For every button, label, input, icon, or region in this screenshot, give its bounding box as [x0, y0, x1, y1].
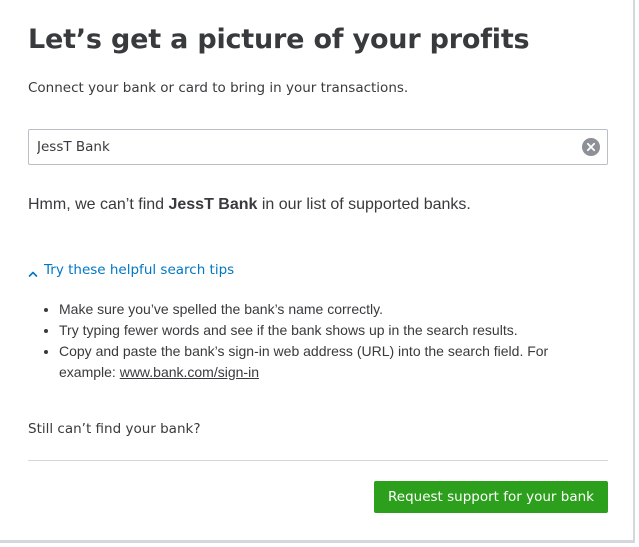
still-cant-find-text: Still can’t find your bank?	[28, 421, 201, 437]
bank-search-box	[28, 129, 608, 165]
list-item: Make sure you’ve spelled the bank’s name…	[59, 299, 599, 320]
search-query-text: JessT Bank	[168, 196, 258, 213]
list-item: Try typing fewer words and see if the ba…	[59, 320, 599, 341]
search-tips-toggle[interactable]: Try these helpful search tips	[28, 262, 234, 278]
bank-search-input[interactable]	[29, 130, 569, 164]
tip-text: Make sure you’ve spelled the bank’s name…	[59, 301, 383, 317]
example-url-link[interactable]: www.bank.com/sign-in	[120, 364, 259, 380]
page-subtitle: Connect your bank or card to bring in yo…	[28, 80, 409, 96]
clear-search-icon[interactable]	[582, 138, 600, 156]
page-title: Let’s get a picture of your profits	[28, 24, 530, 55]
search-tips-label: Try these helpful search tips	[44, 262, 235, 278]
list-item: Copy and paste the bank’s sign-in web ad…	[59, 341, 599, 383]
footer-divider	[28, 460, 608, 461]
connect-bank-panel: Let’s get a picture of your profits Conn…	[0, 0, 635, 543]
tip-text: Try typing fewer words and see if the ba…	[59, 322, 518, 338]
no-results-message: Hmm, we can’t find JessT Bank in our lis…	[28, 196, 471, 214]
search-tips-list: Make sure you’ve spelled the bank’s name…	[41, 299, 599, 383]
no-results-prefix: Hmm, we can’t find	[28, 196, 169, 213]
no-results-suffix: in our list of supported banks.	[257, 196, 471, 213]
caret-up-icon	[28, 266, 38, 277]
request-support-button[interactable]: Request support for your bank	[374, 481, 608, 513]
